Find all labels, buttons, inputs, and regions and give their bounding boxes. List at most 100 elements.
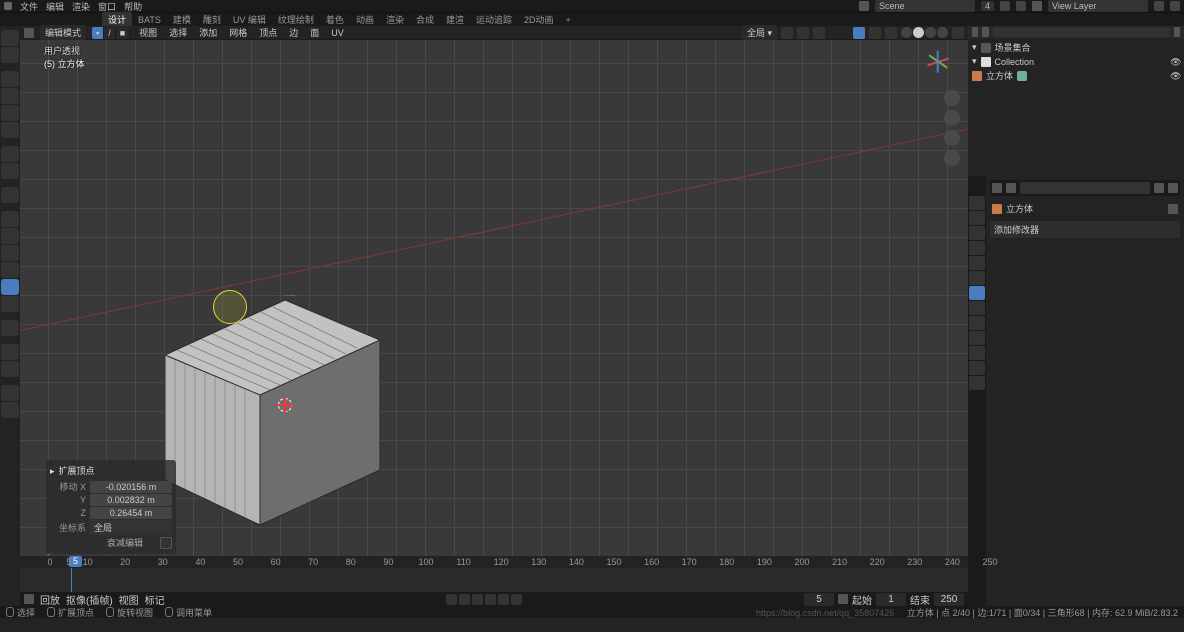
prop-tab-render[interactable] bbox=[969, 196, 985, 210]
tl-menu-playback[interactable]: 回放 bbox=[40, 592, 60, 607]
tab-layout[interactable]: 设计 bbox=[102, 12, 132, 27]
props-editor-icon[interactable] bbox=[992, 183, 1002, 193]
prop-tab-physics[interactable] bbox=[969, 316, 985, 330]
scene-new-button[interactable] bbox=[1000, 1, 1010, 11]
autokey-icon[interactable] bbox=[838, 594, 848, 604]
pivot-icon[interactable] bbox=[781, 27, 793, 39]
outliner-collection[interactable]: ▾ Collection 👁 bbox=[972, 55, 1180, 68]
outliner-editor-icon[interactable] bbox=[972, 27, 978, 37]
gizmo-toggle-icon[interactable] bbox=[853, 27, 865, 39]
operator-redo-panel[interactable]: ▸扩展顶点 移动 X-0.020156 m Y0.002832 m Z0.264… bbox=[46, 460, 176, 554]
prop-tab-output[interactable] bbox=[969, 211, 985, 225]
prop-tab-particles[interactable] bbox=[969, 301, 985, 315]
jump-end-button[interactable] bbox=[511, 594, 522, 605]
perspective-icon[interactable] bbox=[944, 150, 960, 166]
tool-cursor[interactable] bbox=[1, 47, 19, 63]
viewlayer-name-field[interactable]: View Layer bbox=[1048, 0, 1148, 12]
prop-tab-material[interactable] bbox=[969, 361, 985, 375]
filter-icon[interactable] bbox=[1154, 183, 1164, 193]
vp-menu-uv[interactable]: UV bbox=[328, 27, 347, 39]
current-frame-field[interactable]: 5 bbox=[804, 593, 834, 606]
tool-measure[interactable] bbox=[1, 163, 19, 179]
overlay-toggle-icon[interactable] bbox=[869, 27, 881, 39]
face-select-icon[interactable]: ■ bbox=[116, 27, 130, 39]
prop-tab-world[interactable] bbox=[969, 256, 985, 270]
nav-gizmo[interactable] bbox=[924, 48, 952, 76]
tool-move[interactable] bbox=[1, 71, 19, 87]
pin-icon[interactable] bbox=[1168, 204, 1178, 214]
outliner-object-cube[interactable]: 立方体 👁 bbox=[972, 68, 1180, 83]
start-frame-field[interactable]: 1 bbox=[876, 593, 906, 606]
tool-transform[interactable] bbox=[1, 122, 19, 138]
visibility-toggle-icon[interactable]: 👁 bbox=[1170, 71, 1180, 81]
tl-menu-marker[interactable]: 标记 bbox=[145, 592, 165, 607]
outliner[interactable]: ▾ 场景集合 ▾ Collection 👁 立方体 👁 bbox=[968, 26, 1184, 176]
tab-shading[interactable]: 着色 bbox=[320, 12, 350, 27]
viewlayer-new-button[interactable] bbox=[1154, 1, 1164, 11]
move-x-field[interactable]: -0.020156 m bbox=[90, 481, 172, 493]
tool-extrude[interactable] bbox=[1, 211, 19, 227]
viewport-3d[interactable]: 用户透视 (5) 立方体 bbox=[20, 40, 968, 556]
prop-tab-scene[interactable] bbox=[969, 241, 985, 255]
vp-menu-edge[interactable]: 边 bbox=[286, 25, 301, 40]
end-frame-field[interactable]: 250 bbox=[934, 593, 964, 606]
prop-tab-object[interactable] bbox=[969, 271, 985, 285]
menu-window[interactable]: 窗口 bbox=[98, 0, 116, 13]
tool-annotate[interactable] bbox=[1, 146, 19, 162]
pan-icon[interactable] bbox=[944, 110, 960, 126]
vp-menu-face[interactable]: 面 bbox=[307, 25, 322, 40]
tool-spin[interactable] bbox=[1, 320, 19, 336]
tool-edge-slide[interactable] bbox=[1, 361, 19, 377]
vp-menu-vertex[interactable]: 顶点 bbox=[256, 25, 280, 40]
properties-search-input[interactable] bbox=[1020, 182, 1150, 194]
menu-help[interactable]: 帮助 bbox=[124, 0, 142, 13]
tab-compositing[interactable]: 合成 bbox=[410, 12, 440, 27]
keyframe-next-button[interactable] bbox=[498, 594, 509, 605]
vp-menu-add[interactable]: 添加 bbox=[196, 25, 220, 40]
tool-rotate[interactable] bbox=[1, 88, 19, 104]
tab-geo[interactable]: 建渲 bbox=[440, 12, 470, 27]
menu-render[interactable]: 渲染 bbox=[72, 0, 90, 13]
outliner-display-mode-icon[interactable] bbox=[982, 27, 988, 37]
vertex-select-icon[interactable]: ▪ bbox=[92, 27, 104, 39]
play-reverse-button[interactable] bbox=[472, 594, 483, 605]
jump-start-button[interactable] bbox=[446, 594, 457, 605]
menu-edit[interactable]: 编辑 bbox=[46, 0, 64, 13]
shading-options-icon[interactable] bbox=[952, 27, 964, 39]
prop-tab-modifiers[interactable] bbox=[969, 286, 985, 300]
vp-menu-view[interactable]: 视图 bbox=[136, 25, 160, 40]
tool-select-box[interactable] bbox=[1, 30, 19, 46]
mode-dropdown[interactable]: 编辑模式 bbox=[40, 25, 86, 40]
visibility-toggle-icon[interactable]: 👁 bbox=[1170, 57, 1180, 67]
breadcrumb-object[interactable]: 立方体 bbox=[1006, 202, 1033, 215]
outliner-search-input[interactable] bbox=[993, 28, 1170, 37]
shading-lookdev-icon[interactable] bbox=[925, 27, 936, 38]
options-icon[interactable] bbox=[1168, 183, 1178, 193]
zoom-icon[interactable] bbox=[944, 90, 960, 106]
proportional-edit-icon[interactable] bbox=[813, 27, 825, 39]
tool-add-cube[interactable] bbox=[1, 187, 19, 203]
tab-bats[interactable]: BATS bbox=[132, 14, 167, 26]
axis-dropdown[interactable]: 全局 bbox=[90, 520, 172, 535]
prop-tab-mesh[interactable] bbox=[969, 346, 985, 360]
outliner-scene-collection[interactable]: ▾ 场景集合 bbox=[972, 40, 1180, 55]
play-button[interactable] bbox=[485, 594, 496, 605]
outliner-filter-icon[interactable] bbox=[1174, 27, 1180, 37]
vp-menu-mesh[interactable]: 网格 bbox=[226, 25, 250, 40]
viewlayer-delete-button[interactable] bbox=[1170, 1, 1180, 11]
timeline-editor-icon[interactable] bbox=[24, 594, 34, 604]
tool-inset[interactable] bbox=[1, 228, 19, 244]
tab-tracking[interactable]: 运动追踪 bbox=[470, 12, 518, 27]
orientation-dropdown[interactable]: 全局 ▾ bbox=[742, 25, 777, 40]
shading-wireframe-icon[interactable] bbox=[901, 27, 912, 38]
shading-solid-icon[interactable] bbox=[913, 27, 924, 38]
tool-knife[interactable] bbox=[1, 279, 19, 295]
tool-smooth[interactable] bbox=[1, 344, 19, 360]
prop-tab-constraints[interactable] bbox=[969, 331, 985, 345]
timeline-editor[interactable]: 5 05102030405060708090100110120130140150… bbox=[20, 556, 968, 592]
vp-menu-select[interactable]: 选择 bbox=[166, 25, 190, 40]
move-z-field[interactable]: 0.26454 m bbox=[90, 507, 172, 519]
tool-shrink[interactable] bbox=[1, 385, 19, 401]
prop-tab-texture[interactable] bbox=[969, 376, 985, 390]
mesh-select-mode[interactable]: ▪ / ■ bbox=[92, 27, 130, 39]
